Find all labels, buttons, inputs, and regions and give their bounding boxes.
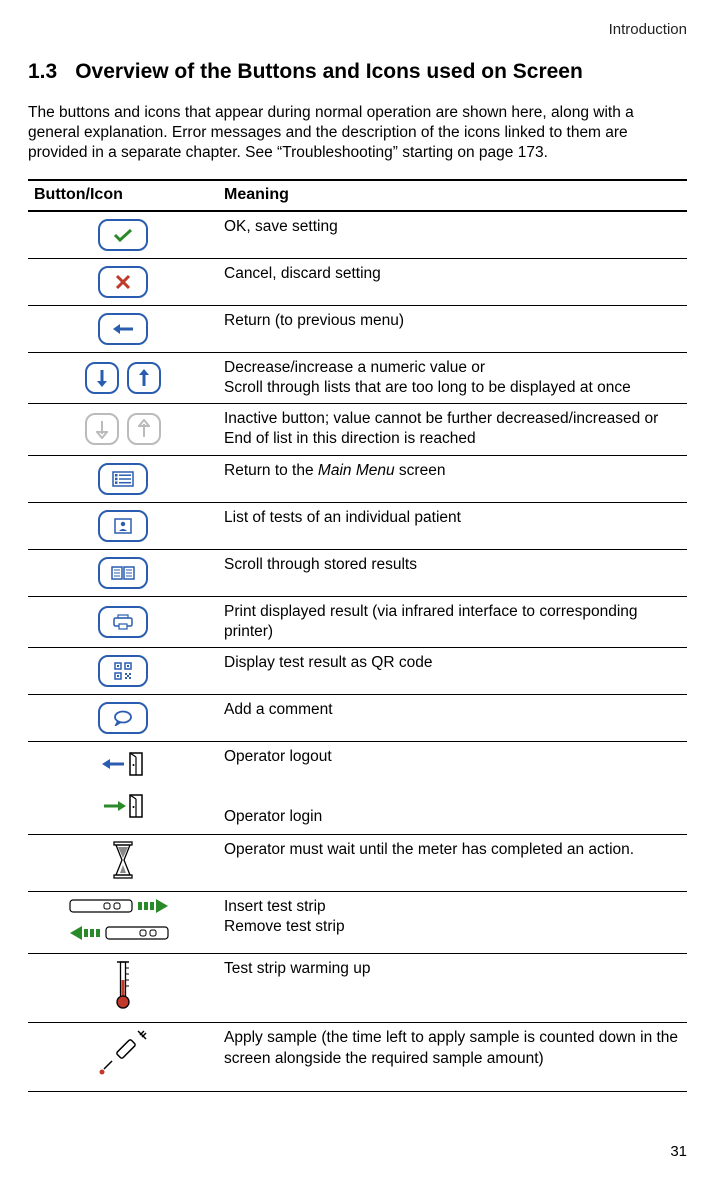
section-title-text: Overview of the Buttons and Icons used o…: [75, 60, 583, 83]
table-row: OK, save setting: [28, 211, 687, 259]
main-menu-icon: [98, 463, 148, 495]
decrease-icon: [85, 362, 119, 394]
meaning-cell: Apply sample (the time left to apply sam…: [218, 1023, 687, 1092]
decrease-inactive-icon: [85, 413, 119, 445]
syringe-icon: [98, 1029, 148, 1085]
table-row: Test strip warming up: [28, 954, 687, 1023]
meaning-cell: Return (to previous menu): [218, 306, 687, 353]
increase-inactive-icon: [127, 413, 161, 445]
table-header-button-icon: Button/Icon: [28, 180, 218, 211]
table-row: Display test result as QR code: [28, 647, 687, 694]
cancel-icon: [98, 266, 148, 298]
buttons-icons-table: Button/Icon Meaning OK, save setting Can…: [28, 179, 687, 1092]
table-row: Apply sample (the time left to apply sam…: [28, 1023, 687, 1092]
table-row: Decrease/increase a numeric value or Scr…: [28, 353, 687, 404]
meaning-cell: Inactive button; value cannot be further…: [218, 404, 687, 455]
meaning-cell: List of tests of an individual patient: [218, 502, 687, 549]
remove-strip-icon: [68, 924, 178, 948]
table-row: Return to the Main Menu screen: [28, 455, 687, 502]
ok-icon: [98, 219, 148, 251]
table-row: Inactive button; value cannot be further…: [28, 404, 687, 455]
return-icon: [98, 313, 148, 345]
section-number: 1.3: [28, 58, 57, 85]
page-title: 1.3 Overview of the Buttons and Icons use…: [28, 58, 687, 85]
meaning-cell: Operator must wait until the meter has c…: [218, 835, 687, 892]
meaning-cell: Cancel, discard setting: [218, 259, 687, 306]
table-row: Return (to previous menu): [28, 306, 687, 353]
table-row: Insert test strip Remove test strip: [28, 892, 687, 954]
logout-icon: [100, 751, 146, 783]
meaning-cell: Insert test strip Remove test strip: [218, 892, 687, 954]
increase-icon: [127, 362, 161, 394]
scroll-results-icon: [98, 557, 148, 589]
print-icon: [98, 606, 148, 638]
meaning-cell: Decrease/increase a numeric value or Scr…: [218, 353, 687, 404]
meaning-cell: OK, save setting: [218, 211, 687, 259]
hourglass-icon: [110, 841, 136, 885]
meaning-cell: Scroll through stored results: [218, 549, 687, 596]
table-row: Add a comment: [28, 694, 687, 741]
meaning-cell: Operator logout Operator login: [218, 741, 687, 834]
login-icon: [100, 793, 146, 825]
meaning-cell: Print displayed result (via infrared int…: [218, 596, 687, 647]
table-row: List of tests of an individual patient: [28, 502, 687, 549]
meaning-cell: Add a comment: [218, 694, 687, 741]
meaning-cell: Display test result as QR code: [218, 647, 687, 694]
table-row: Operator logout Operator login: [28, 741, 687, 834]
meaning-cell: Test strip warming up: [218, 954, 687, 1023]
table-row: Cancel, discard setting: [28, 259, 687, 306]
patient-list-icon: [98, 510, 148, 542]
table-row: Operator must wait until the meter has c…: [28, 835, 687, 892]
page-number: 31: [28, 1142, 687, 1162]
meaning-cell: Return to the Main Menu screen: [218, 455, 687, 502]
table-row: Scroll through stored results: [28, 549, 687, 596]
section-header: Introduction: [28, 20, 687, 40]
thermometer-icon: [114, 960, 132, 1016]
qr-code-icon: [98, 655, 148, 687]
table-header-meaning: Meaning: [218, 180, 687, 211]
comment-icon: [98, 702, 148, 734]
table-row: Print displayed result (via infrared int…: [28, 596, 687, 647]
intro-paragraph: The buttons and icons that appear during…: [28, 103, 687, 163]
insert-strip-icon: [68, 897, 178, 921]
